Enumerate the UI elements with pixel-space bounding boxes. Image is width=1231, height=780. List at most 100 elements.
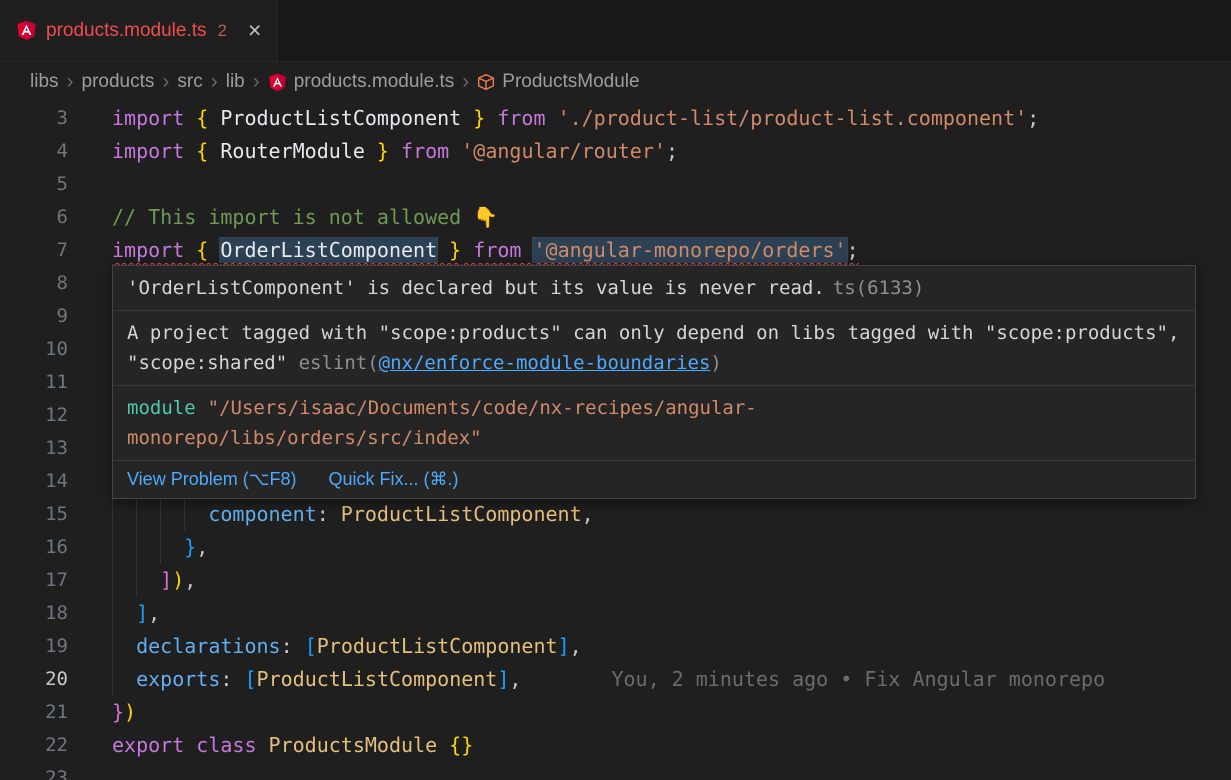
breadcrumb-label: products — [82, 71, 155, 93]
line-number[interactable]: 18 — [0, 597, 68, 630]
line-number[interactable]: 17 — [0, 564, 68, 597]
close-icon[interactable]: × — [248, 19, 261, 42]
chevron-right-icon: › — [59, 70, 82, 94]
breadcrumb-item-products-module-ts[interactable]: products.module.ts — [268, 71, 455, 93]
line-number[interactable]: 10 — [0, 333, 68, 366]
indent-guide — [112, 531, 113, 564]
line-number[interactable]: 14 — [0, 465, 68, 498]
line-number[interactable]: 20 — [0, 663, 68, 696]
indent-guide — [136, 564, 137, 597]
line-number[interactable]: 23 — [0, 762, 68, 780]
editor-line-22: 22 export class ProductsModule {} — [0, 729, 1231, 762]
breadcrumb-item-libs[interactable]: libs — [30, 71, 59, 93]
line-number[interactable]: 12 — [0, 399, 68, 432]
editor-line-20: 20 exports: [ProductListComponent],You, … — [0, 663, 1231, 696]
eslint-source-suffix: ) — [710, 352, 721, 374]
code-line[interactable]: component: ProductListComponent, — [112, 498, 1231, 531]
code-line[interactable]: ], — [112, 597, 1231, 630]
code-line[interactable]: exports: [ProductListComponent],You, 2 m… — [112, 663, 1231, 696]
breadcrumb-label: ProductsModule — [502, 71, 639, 93]
tab-products-module-ts[interactable]: products.module.ts 2 × — [0, 0, 278, 61]
editor-line-4: 4 import { RouterModule } from '@angular/… — [0, 135, 1231, 168]
code-line[interactable]: import { RouterModule } from '@angular/r… — [112, 135, 1231, 168]
indent-guide — [112, 564, 113, 597]
line-number[interactable]: 22 — [0, 729, 68, 762]
editor-line-7: 7 import { OrderListComponent } from '@an… — [0, 234, 1231, 267]
hover-widget: 'OrderListComponent' is declared but its… — [112, 265, 1196, 499]
line-number[interactable]: 16 — [0, 531, 68, 564]
breadcrumb-item-products[interactable]: products — [82, 71, 155, 93]
module-keyword: module — [127, 397, 196, 419]
hover-module-info: module "/Users/isaac/Documents/code/nx-re… — [113, 386, 1195, 461]
indent-guide — [112, 630, 113, 663]
error-squiggle: import { OrderListComponent } from '@ang… — [112, 238, 859, 262]
module-path-line2: monorepo/libs/orders/src/index" — [127, 427, 482, 449]
code-line[interactable]: }, — [112, 531, 1231, 564]
line-number[interactable]: 21 — [0, 696, 68, 729]
quick-fix-link[interactable]: Quick Fix... (⌘.) — [328, 469, 458, 490]
angular-icon — [16, 20, 37, 41]
hover-eslint-message: A project tagged with "scope:products" c… — [113, 311, 1195, 386]
editor-line-6: 6 // This import is not allowed 👇 — [0, 201, 1231, 234]
code-line[interactable]: export class ProductsModule {} — [112, 729, 1231, 762]
indent-guide — [112, 597, 113, 630]
indent-guide — [160, 531, 161, 564]
line-number[interactable]: 15 — [0, 498, 68, 531]
angular-icon — [268, 73, 287, 92]
tab-problems-badge: 2 — [218, 21, 227, 41]
code-line[interactable]: }) — [112, 696, 1231, 729]
eslint-source-prefix: eslint( — [299, 352, 379, 374]
editor-line-21: 21}) — [0, 696, 1231, 729]
line-number[interactable]: 3 — [0, 102, 68, 135]
indent-guide — [136, 531, 137, 564]
code-line[interactable]: ]), — [112, 564, 1231, 597]
breadcrumb-item-lib[interactable]: lib — [226, 71, 245, 93]
editor-line-3: 3 import { ProductListComponent } from '.… — [0, 102, 1231, 135]
view-problem-link[interactable]: View Problem (⌥F8) — [127, 469, 296, 490]
breadcrumb-item-src[interactable]: src — [177, 71, 202, 93]
line-number[interactable]: 9 — [0, 300, 68, 333]
line-number[interactable]: 19 — [0, 630, 68, 663]
indent-guide — [160, 498, 161, 531]
breadcrumb-label: libs — [30, 71, 59, 93]
line-number[interactable]: 8 — [0, 267, 68, 300]
indent-guide — [112, 498, 113, 531]
editor-line-19: 19 declarations: [ProductListComponent], — [0, 630, 1231, 663]
tab-title: products.module.ts — [46, 20, 207, 42]
editor-line-5: 5 — [0, 168, 1231, 201]
chevron-right-icon: › — [454, 70, 477, 94]
editor: 3 import { ProductListComponent } from '.… — [0, 102, 1231, 780]
editor-line-23: 23 — [0, 762, 1231, 780]
indent-guide — [136, 498, 137, 531]
line-number[interactable]: 7 — [0, 234, 68, 267]
hover-ts-message: 'OrderListComponent' is declared but its… — [113, 266, 1195, 311]
code-line[interactable]: import { OrderListComponent } from '@ang… — [112, 234, 1231, 267]
editor-line-16: 16 }, — [0, 531, 1231, 564]
chevron-right-icon: › — [203, 70, 226, 94]
eslint-rule-link[interactable]: @nx/enforce-module-boundaries — [379, 352, 711, 374]
line-number[interactable]: 13 — [0, 432, 68, 465]
line-number[interactable]: 6 — [0, 201, 68, 234]
line-number[interactable]: 11 — [0, 366, 68, 399]
breadcrumb-item-productsmodule[interactable]: ProductsModule — [477, 71, 639, 93]
chevron-right-icon: › — [154, 70, 177, 94]
indent-guide — [184, 498, 185, 531]
editor-line-15: 15 component: ProductListComponent, — [0, 498, 1231, 531]
module-icon — [477, 73, 495, 91]
chevron-right-icon: › — [245, 70, 268, 94]
ts-error-text: 'OrderListComponent' is declared but its… — [127, 277, 825, 299]
ts-error-code: ts(6133) — [833, 277, 925, 299]
code-line[interactable] — [112, 168, 1231, 201]
git-blame-annotation: You, 2 minutes ago • Fix Angular monorep… — [611, 667, 1105, 691]
code-line[interactable]: // This import is not allowed 👇 — [112, 201, 1231, 234]
editor-line-17: 17 ]), — [0, 564, 1231, 597]
indent-guide — [112, 663, 113, 696]
code-line[interactable] — [112, 762, 1231, 780]
editor-line-18: 18 ], — [0, 597, 1231, 630]
line-number[interactable]: 4 — [0, 135, 68, 168]
code-line[interactable]: import { ProductListComponent } from './… — [112, 102, 1231, 135]
line-number[interactable]: 5 — [0, 168, 68, 201]
module-path-line1: "/Users/isaac/Documents/code/nx-recipes/… — [208, 397, 757, 419]
code-line[interactable]: declarations: [ProductListComponent], — [112, 630, 1231, 663]
breadcrumb-label: src — [177, 71, 202, 93]
